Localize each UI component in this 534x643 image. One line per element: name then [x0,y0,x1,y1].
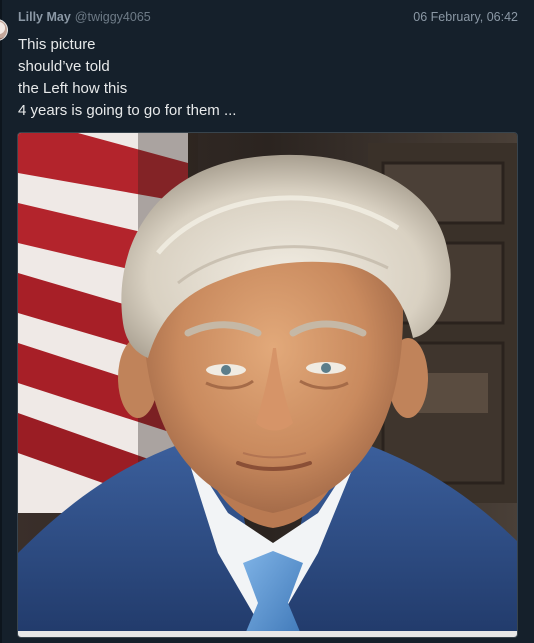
post-text-line: the Left how this [18,80,128,97]
post-text-line: This picture [18,36,96,53]
portrait-image [18,133,517,637]
post-card: Lilly May @twiggy4065 06 February, 06:42… [0,0,534,643]
post-header: Lilly May @twiggy4065 06 February, 06:42 [18,8,518,26]
avatar[interactable] [0,19,8,41]
author-name[interactable]: Lilly May [18,10,71,24]
image-bottom-edge [18,631,517,637]
post-image[interactable] [17,132,518,638]
author-info[interactable]: Lilly May @twiggy4065 [18,10,151,24]
left-edge [0,0,2,643]
author-handle[interactable]: @twiggy4065 [75,10,151,24]
post-text-line: should’ve told [18,58,110,75]
post-text: This picture should’ve told the Left how… [18,34,338,122]
post-timestamp[interactable]: 06 February, 06:42 [413,10,518,24]
post-text-line: 4 years is going to go for them ... [18,102,237,119]
